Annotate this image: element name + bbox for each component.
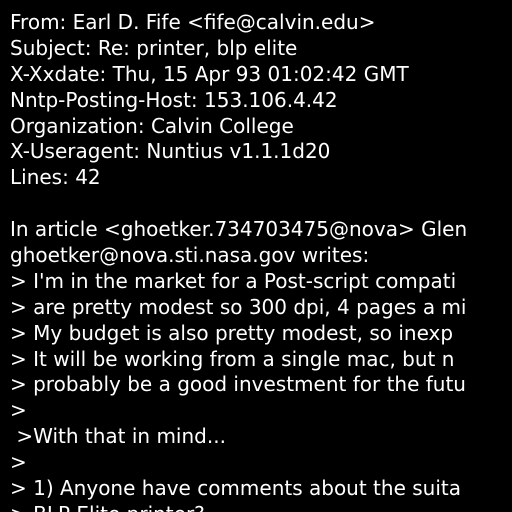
message-screen: From: Earl D. Fife <fife@calvin.edu> Sub… <box>0 0 512 512</box>
header-organization: Organization: Calvin College <box>10 113 294 138</box>
body-line: > <box>10 450 27 475</box>
body-line: > are pretty modest so 300 dpi, 4 pages … <box>10 294 467 319</box>
body-line: > I'm in the market for a Post-script co… <box>10 268 457 293</box>
header-from: From: Earl D. Fife <fife@calvin.edu> <box>10 10 376 34</box>
header-subject: Subject: Re: printer, blp elite <box>10 35 298 60</box>
body-line: > 1) Anyone have comments about the suit… <box>10 476 461 501</box>
body-line: > It will be working from a single mac, … <box>10 346 455 371</box>
news-message: From: Earl D. Fife <fife@calvin.edu> Sub… <box>10 10 467 512</box>
body-line: > My budget is also pretty modest, so in… <box>10 320 454 345</box>
body-line: ghoetker@nova.sti.nasa.gov writes: <box>10 243 370 268</box>
body-line: >With that in mind... <box>10 424 226 449</box>
header-lines: Lines: 42 <box>10 165 101 190</box>
body-line: > BLP Elite printer? <box>10 502 467 512</box>
body-line: In article <ghoetker.734703475@nova> Gle… <box>10 217 468 242</box>
header-useragent: X-Useragent: Nuntius v1.1.1d20 <box>10 139 331 164</box>
body-line: > <box>10 398 27 423</box>
header-date: X-Xxdate: Thu, 15 Apr 93 01:02:42 GMT <box>10 61 409 86</box>
body-line: > probably be a good investment for the … <box>10 372 466 397</box>
header-posting-host: Nntp-Posting-Host: 153.106.4.42 <box>10 87 338 112</box>
